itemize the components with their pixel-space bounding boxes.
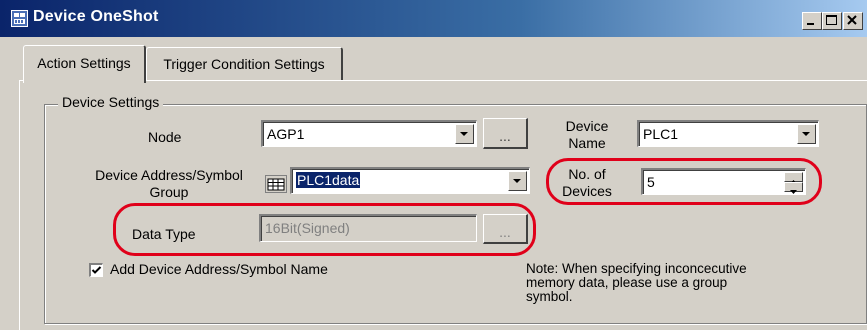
note-line3: symbol.	[526, 289, 573, 304]
chevron-down-icon	[513, 179, 521, 183]
no-of-devices-label-line2: Devices	[562, 183, 612, 199]
data-type-browse-button[interactable]: ...	[483, 214, 528, 244]
app-icon	[11, 10, 28, 27]
node-dropdown-button[interactable]	[455, 124, 474, 144]
spin-down-button[interactable]	[784, 182, 803, 194]
data-type-label: Data Type	[132, 226, 196, 242]
add-name-label: Add Device Address/Symbol Name	[110, 261, 328, 277]
node-select[interactable]: AGP1	[261, 120, 477, 147]
node-label: Node	[148, 129, 182, 145]
device-address-label-line1: Device Address/Symbol	[95, 167, 243, 183]
minimize-icon	[807, 23, 814, 25]
close-button[interactable]	[843, 12, 863, 30]
note-line2: memory data, please use a group	[526, 275, 728, 290]
device-name-value: PLC1	[643, 126, 679, 142]
device-address-value: PLC1data	[296, 172, 361, 188]
device-address-label-line2: Group	[149, 184, 189, 200]
group-label: Device Settings	[58, 94, 164, 111]
chevron-down-icon	[460, 132, 468, 136]
device-address-select[interactable]: PLC1data	[290, 167, 530, 194]
symbol-group-icon[interactable]	[265, 175, 287, 193]
no-of-devices-label-line1: No. of	[568, 166, 606, 182]
no-of-devices-label: No. of Devices	[552, 166, 622, 200]
device-name-label-line2: Name	[568, 135, 606, 151]
node-value: AGP1	[267, 126, 305, 142]
maximize-button[interactable]	[822, 12, 842, 30]
node-browse-button[interactable]: ...	[483, 118, 528, 149]
tab-action-settings[interactable]: Action Settings	[23, 45, 146, 83]
maximize-icon	[826, 15, 837, 25]
device-name-label-line1: Device	[565, 118, 609, 134]
data-type-field[interactable]: 16Bit(Signed)	[259, 214, 477, 242]
add-name-checkbox[interactable]	[89, 263, 103, 277]
spin-down-icon	[790, 190, 797, 194]
note-line1: Note: When specifying inconcecutive	[526, 261, 747, 276]
minimize-button[interactable]	[802, 12, 822, 30]
device-address-label: Device Address/Symbol Group	[79, 167, 259, 201]
device-address-dropdown-button[interactable]	[508, 171, 527, 191]
window-title: Device OneShot	[33, 8, 159, 25]
checkmark-icon	[91, 266, 102, 274]
chevron-down-icon	[802, 132, 810, 136]
tab-trigger-condition-settings[interactable]: Trigger Condition Settings	[146, 47, 343, 80]
close-icon	[847, 15, 857, 25]
device-name-label: Device Name	[552, 118, 622, 152]
tab-label: Trigger Condition Settings	[163, 56, 325, 72]
device-name-select[interactable]: PLC1	[637, 120, 819, 147]
device-name-dropdown-button[interactable]	[797, 124, 816, 144]
tab-label: Action Settings	[37, 55, 131, 71]
no-of-devices-value: 5	[647, 174, 655, 190]
note-text: Note: When specifying inconcecutive memo…	[526, 262, 816, 304]
spin-up-button[interactable]	[784, 172, 803, 184]
no-of-devices-spinner[interactable]: 5	[641, 168, 806, 195]
